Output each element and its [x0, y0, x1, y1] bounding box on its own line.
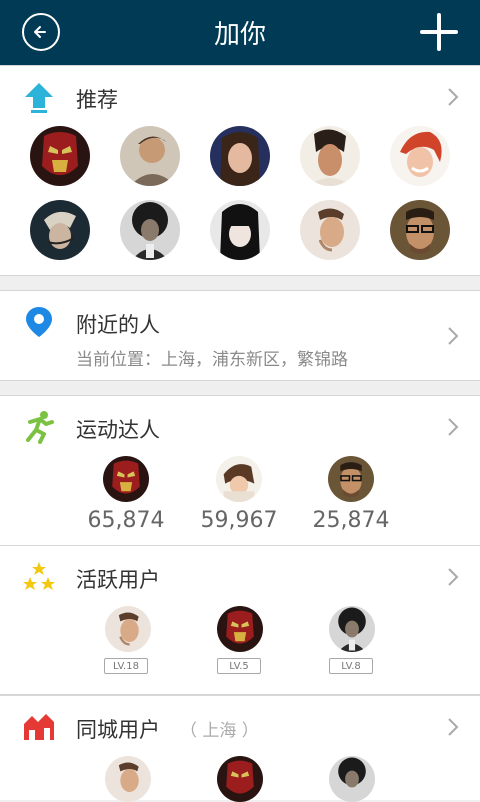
avatar[interactable]	[210, 126, 270, 186]
avatar[interactable]	[120, 200, 180, 260]
avatar[interactable]	[210, 200, 270, 260]
city-title: 同城用户	[76, 718, 160, 742]
avatar[interactable]	[390, 126, 450, 186]
avatar[interactable]	[300, 200, 360, 260]
chevron-right-icon[interactable]	[446, 566, 460, 588]
avatar[interactable]	[216, 456, 262, 502]
avatar[interactable]	[328, 456, 374, 502]
avatar[interactable]	[30, 200, 90, 260]
active-section: 活跃用户 LV.18 LV.5 LV.8	[0, 545, 480, 695]
level-badge: LV.8	[329, 658, 373, 674]
avatar[interactable]	[105, 606, 151, 652]
avatar[interactable]	[120, 126, 180, 186]
avatar[interactable]	[329, 606, 375, 652]
stars-icon	[22, 560, 56, 594]
current-location: 当前位置：上海，浦东新区，繁锦路	[76, 350, 348, 370]
nearby-section[interactable]: 附近的人 当前位置：上海，浦东新区，繁锦路	[0, 290, 480, 381]
user-score: 65,874	[87, 508, 165, 533]
recommend-section: 推荐	[0, 65, 480, 276]
plus-icon	[420, 13, 458, 51]
avatar[interactable]	[300, 126, 360, 186]
sports-section: 运动达人 65,874 59,967 25,874	[0, 395, 480, 546]
avatar[interactable]	[329, 756, 375, 802]
upload-arrow-icon	[22, 80, 56, 114]
recommend-title: 推荐	[76, 88, 118, 112]
runner-icon	[22, 410, 56, 444]
chevron-right-icon[interactable]	[446, 86, 460, 108]
avatar[interactable]	[105, 756, 151, 802]
avatar[interactable]	[390, 200, 450, 260]
level-badge: LV.18	[104, 658, 148, 674]
avatar[interactable]	[217, 756, 263, 802]
chevron-right-icon[interactable]	[446, 416, 460, 438]
nearby-title: 附近的人	[76, 313, 160, 337]
city-name: （ 上海 ）	[180, 721, 259, 741]
city-section: 同城用户 （ 上海 ）	[0, 695, 480, 802]
sports-title: 运动达人	[76, 418, 160, 442]
level-badge: LV.5	[217, 658, 261, 674]
avatar[interactable]	[217, 606, 263, 652]
avatar[interactable]	[30, 126, 90, 186]
user-score: 25,874	[312, 508, 390, 533]
active-title: 活跃用户	[76, 568, 160, 592]
chevron-right-icon[interactable]	[446, 325, 460, 347]
top-bar: 加你	[0, 0, 480, 65]
avatar[interactable]	[103, 456, 149, 502]
user-score: 59,967	[200, 508, 278, 533]
chevron-right-icon[interactable]	[446, 716, 460, 738]
page-title: 加你	[213, 20, 266, 50]
house-icon	[22, 710, 56, 744]
location-pin-icon	[22, 305, 56, 339]
add-button[interactable]	[420, 13, 458, 51]
